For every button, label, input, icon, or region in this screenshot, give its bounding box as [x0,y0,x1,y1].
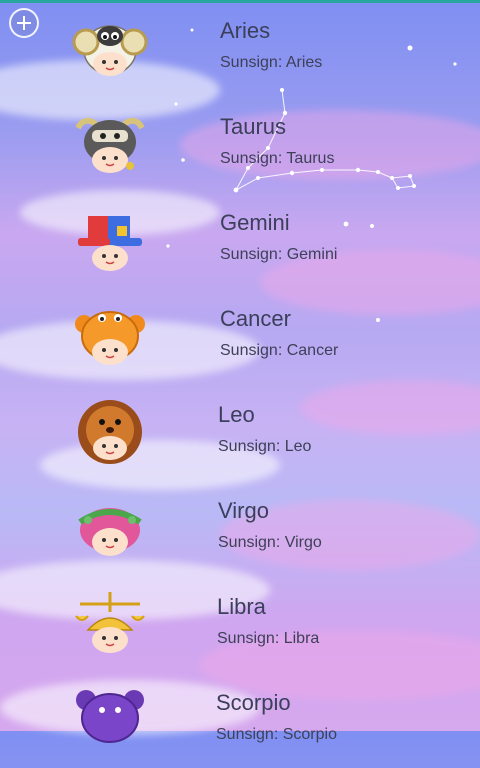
sign-name: Gemini [220,210,290,235]
sunsign-label: Sunsign: Scorpio [216,726,337,743]
leo-lion-avatar-icon [78,400,142,464]
taurus-bull-avatar-icon [75,117,145,173]
sunsign-label: Sunsign: Gemini [220,246,338,263]
sign-name: Scorpio [216,690,291,715]
list-item-aries[interactable]: Aries Sunsign: Aries [0,0,480,96]
sign-name: Virgo [218,498,269,523]
sign-name: Leo [218,402,255,427]
sunsign-label: Sunsign: Leo [218,438,312,455]
list-item-virgo[interactable]: Virgo Sunsign: Virgo [0,480,480,576]
list-item-gemini[interactable]: Gemini Sunsign: Gemini [0,192,480,288]
aries-ram-avatar-icon [72,25,148,76]
sign-name: Cancer [220,306,291,331]
sunsign-label: Sunsign: Virgo [218,534,322,551]
cancer-crab-avatar-icon [75,311,145,365]
sign-name: Aries [220,18,271,43]
list-item-taurus[interactable]: Taurus Sunsign: Taurus [0,96,480,192]
sign-name: Taurus [220,114,287,139]
libra-scales-avatar-icon [75,592,145,653]
sunsign-label: Sunsign: Libra [217,630,320,647]
list-item-libra[interactable]: Libra Sunsign: Libra [0,576,480,672]
sign-name: Libra [217,594,266,619]
list-item-cancer[interactable]: Cancer Sunsign: Cancer [0,288,480,384]
list-item-scorpio[interactable]: Scorpio Sunsign: Scorpio [0,672,480,768]
sunsign-label: Sunsign: Aries [220,54,323,71]
virgo-maiden-avatar-icon [78,508,142,556]
sunsign-label: Sunsign: Taurus [220,150,335,167]
scorpio-scorpion-avatar-icon [76,690,144,743]
gemini-hat-avatar-icon [78,216,142,271]
sunsign-label: Sunsign: Cancer [220,342,339,359]
list-item-leo[interactable]: Leo Sunsign: Leo [0,384,480,480]
